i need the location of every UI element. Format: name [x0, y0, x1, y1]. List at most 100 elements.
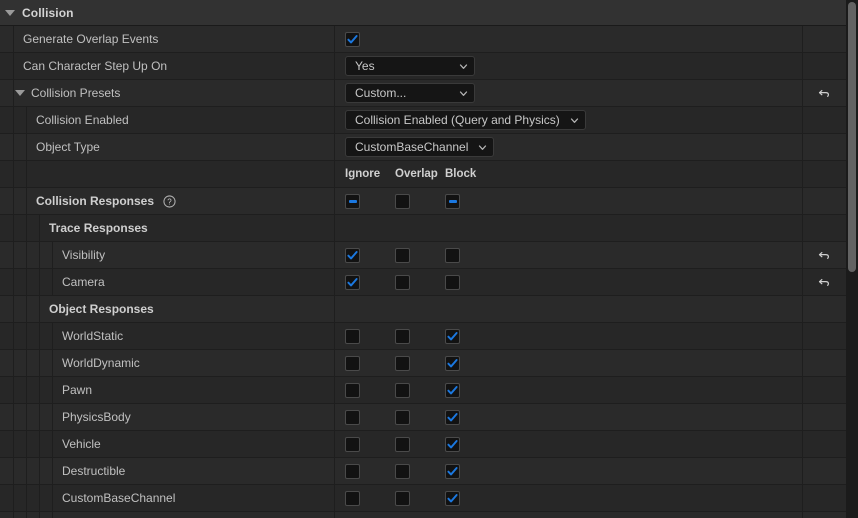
page-title: Collision [22, 5, 74, 20]
checkbox-camera-block[interactable] [445, 274, 460, 290]
checkbox-pawn-overlap[interactable] [395, 382, 410, 398]
checkbox-visibility-block[interactable] [445, 247, 460, 263]
dropdown-collision-enabled[interactable]: Collision Enabled (Query and Physics) [345, 110, 586, 130]
property-row-worldstatic[interactable]: WorldStatic [0, 323, 846, 350]
checkbox-custombasechannel-block[interactable] [445, 490, 460, 506]
revert-button-camera[interactable] [818, 275, 832, 289]
property-row-physicsbody[interactable]: PhysicsBody [0, 404, 846, 431]
svg-text:?: ? [167, 197, 172, 206]
scrollbar-thumb[interactable] [848, 2, 856, 272]
chevron-down-icon-wrapper[interactable] [570, 116, 579, 125]
indent-guide [26, 242, 27, 268]
row-name-cell: Collision Presets [0, 80, 335, 106]
property-row-response-column-headers[interactable]: Ignore Overlap Block [0, 161, 846, 188]
property-row-trace-responses[interactable]: Trace Responses [0, 215, 846, 242]
checkbox-pawn-ignore[interactable] [345, 382, 360, 398]
property-row-vehicle[interactable]: Vehicle [0, 431, 846, 458]
property-row-collision-responses[interactable]: Collision Responses? [0, 188, 846, 215]
revert-arrow-icon[interactable] [818, 248, 832, 262]
property-row-object-responses[interactable]: Object Responses [0, 296, 846, 323]
checkbox-vehicle-overlap[interactable] [395, 436, 410, 452]
checkbox-cell-ignore [345, 490, 395, 506]
checkbox-worldstatic-overlap[interactable] [395, 328, 410, 344]
response-checkbox-group [345, 512, 495, 518]
checkbox-custombasechannel-overlap[interactable] [395, 490, 410, 506]
checkbox-camera-ignore[interactable] [345, 274, 360, 290]
checkbox-cell-overlap [395, 328, 445, 344]
row-name-inner: Destructible [0, 464, 125, 478]
checkbox-generate-overlap-events[interactable] [345, 31, 360, 47]
checkmark-icon [447, 493, 458, 502]
checkbox-vehicle-block[interactable] [445, 436, 460, 452]
indent-guide [13, 134, 14, 160]
property-row-camera[interactable]: Camera [0, 269, 846, 296]
row-name-inner: Collision Enabled [0, 113, 129, 127]
checkbox-physicsbody-overlap[interactable] [395, 409, 410, 425]
property-row-visibility[interactable]: Visibility [0, 242, 846, 269]
checkbox-worldstatic-ignore[interactable] [345, 328, 360, 344]
property-row-generate-overlap-events[interactable]: Generate Overlap Events [0, 26, 846, 53]
chevron-down-icon-wrapper[interactable] [459, 89, 468, 98]
checkbox-custombasechannel-ignore[interactable] [345, 490, 360, 506]
property-row-worlddynamic[interactable]: WorldDynamic [0, 350, 846, 377]
checkbox-worlddynamic-overlap[interactable] [395, 355, 410, 371]
column-header-overlap: Overlap [395, 168, 445, 180]
revert-button-collision-presets[interactable] [818, 86, 832, 100]
checkbox-physicsbody-ignore[interactable] [345, 409, 360, 425]
dropdown-collision-presets[interactable]: Custom... [345, 83, 475, 103]
checkbox-cell-overlap [395, 490, 445, 506]
checkbox-worlddynamic-ignore[interactable] [345, 355, 360, 371]
row-value-cell [335, 404, 803, 430]
checkbox-visibility-ignore[interactable] [345, 247, 360, 263]
category-header-collision[interactable]: Collision [0, 0, 846, 26]
checkbox-visibility-overlap[interactable] [395, 247, 410, 263]
vertical-scrollbar[interactable] [846, 0, 858, 518]
chevron-down-icon-wrapper[interactable] [478, 143, 487, 152]
property-row-object-type[interactable]: Object Type CustomBaseChannel [0, 134, 846, 161]
chevron-down-icon-wrapper[interactable] [459, 62, 468, 71]
checkbox-destructible-overlap[interactable] [395, 463, 410, 479]
help-icon-wrapper[interactable]: ? [154, 194, 176, 208]
triangle-down-icon[interactable] [15, 90, 25, 96]
checkbox-camera-overlap[interactable] [395, 274, 410, 290]
checkbox-destructible-ignore[interactable] [345, 463, 360, 479]
checkbox-collision-responses-overlap[interactable] [395, 193, 410, 209]
checkbox-cell-overlap [395, 409, 445, 425]
property-row-pawn[interactable]: Pawn [0, 377, 846, 404]
indent-guide [26, 485, 27, 511]
checkbox-destructible-block[interactable] [445, 463, 460, 479]
column-header-ignore: Ignore [345, 168, 395, 180]
checkbox-vehicle-ignore[interactable] [345, 436, 360, 452]
question-mark-icon[interactable]: ? [163, 194, 176, 208]
property-row-destructible[interactable]: Destructible [0, 458, 846, 485]
indent-guide [13, 431, 14, 457]
revert-arrow-icon[interactable] [818, 86, 832, 100]
indent-guide [13, 404, 14, 430]
checkbox-pawn-block[interactable] [445, 382, 460, 398]
indent-guide [39, 323, 40, 349]
checkbox-physicsbody-block[interactable] [445, 409, 460, 425]
property-row-partial-row[interactable] [0, 512, 846, 518]
dropdown-can-character-step-up-on[interactable]: Yes [345, 56, 475, 76]
indent-guide [26, 296, 27, 322]
revert-button-visibility[interactable] [818, 248, 832, 262]
checkbox-worlddynamic-block[interactable] [445, 355, 460, 371]
property-row-can-character-step-up-on[interactable]: Can Character Step Up On Yes [0, 53, 846, 80]
indent-guide [26, 404, 27, 430]
row-label: Can Character Step Up On [23, 59, 168, 73]
property-row-collision-presets[interactable]: Collision Presets Custom... [0, 80, 846, 107]
indent-guide [52, 242, 53, 268]
property-row-collision-enabled[interactable]: Collision Enabled Collision Enabled (Quer… [0, 107, 846, 134]
row-value-cell [335, 350, 803, 376]
dropdown-object-type[interactable]: CustomBaseChannel [345, 137, 495, 157]
checkbox-collision-responses-block[interactable] [445, 193, 460, 209]
indent-guide [39, 512, 40, 518]
checkbox-worldstatic-block[interactable] [445, 328, 460, 344]
checkbox-cell-overlap [395, 382, 445, 398]
revert-arrow-icon[interactable] [818, 275, 832, 289]
checkbox-collision-responses-ignore[interactable] [345, 193, 360, 209]
row-name-cell [0, 512, 335, 518]
row-value-cell: Yes [335, 53, 803, 79]
property-row-custombasechannel[interactable]: CustomBaseChannel [0, 485, 846, 512]
triangle-down-icon[interactable] [5, 9, 15, 16]
